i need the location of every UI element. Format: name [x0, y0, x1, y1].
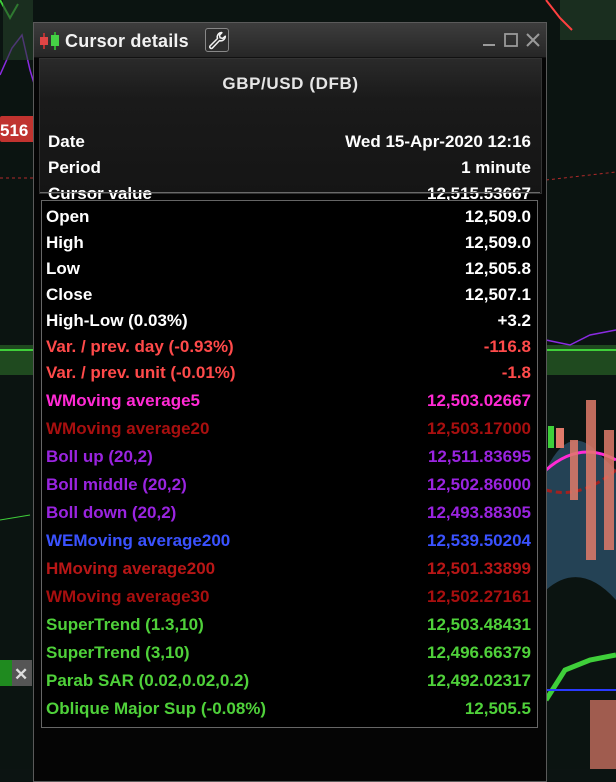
table-row: WMoving average30 12,502.27161	[46, 586, 531, 610]
maximize-button[interactable]	[502, 31, 520, 49]
row-value: -1.8	[501, 363, 531, 382]
header-value: Wed 15-Apr-2020 12:16	[345, 132, 531, 151]
table-row: Close 12,507.1	[46, 284, 531, 308]
table-row: Var. / prev. day (-0.93%) -116.8	[46, 336, 531, 360]
header-label: Date	[48, 132, 85, 151]
row-label: Var. / prev. day (-0.93%)	[46, 337, 234, 356]
title-bar[interactable]: Cursor details	[34, 23, 546, 58]
table-row: SuperTrend (1.3,10) 12,503.48431	[46, 614, 531, 638]
row-value: 12,492.02317	[427, 671, 531, 690]
minimize-icon	[483, 44, 495, 46]
row-value: 12,503.17000	[427, 419, 531, 438]
table-row: SuperTrend (3,10) 12,496.66379	[46, 642, 531, 666]
row-label: SuperTrend (3,10)	[46, 643, 190, 662]
row-label: High-Low (0.03%)	[46, 311, 188, 330]
candlestick-icon	[40, 32, 59, 50]
table-row: Low 12,505.8	[46, 258, 531, 282]
row-value: 12,493.88305	[427, 503, 531, 522]
maximize-icon	[504, 33, 518, 47]
row-value: 12,496.66379	[427, 643, 531, 662]
svg-text:✕: ✕	[14, 665, 28, 684]
close-button[interactable]	[524, 31, 542, 49]
row-label: Var. / prev. unit (-0.01%)	[46, 363, 236, 382]
header-label: Period	[48, 158, 101, 177]
table-row: WEMoving average200 12,539.50204	[46, 530, 531, 554]
table-row: Boll down (20,2) 12,493.88305	[46, 502, 531, 526]
table-row: WMoving average20 12,503.17000	[46, 418, 531, 442]
row-value: 12,502.86000	[427, 475, 531, 494]
row-label: WMoving average20	[46, 419, 210, 438]
row-label: HMoving average200	[46, 559, 216, 578]
row-value: 12,502.27161	[427, 587, 531, 606]
header-row-period: Period 1 minute	[48, 158, 531, 180]
row-label: Close	[46, 285, 93, 304]
row-value: 12,505.8	[464, 259, 531, 278]
row-label: High	[46, 233, 84, 252]
table-row: HMoving average200 12,501.33899	[46, 558, 531, 582]
wrench-icon	[209, 31, 227, 50]
row-value: 12,503.02667	[427, 391, 531, 410]
row-label: Open	[46, 207, 90, 226]
row-label: WEMoving average200	[46, 531, 231, 550]
row-label: WMoving average5	[46, 391, 200, 410]
table-row: Boll up (20,2) 12,511.83695	[46, 446, 531, 470]
row-value: 12,509.0	[464, 233, 531, 252]
row-label: Low	[46, 259, 80, 278]
row-value: 12,509.0	[464, 207, 531, 226]
table-row: Oblique Major Sup (-0.08%) 12,505.5	[46, 698, 531, 722]
row-value: -116.8	[483, 337, 531, 356]
row-value: 12,511.83695	[427, 447, 531, 466]
header-divider	[40, 192, 540, 193]
row-label: SuperTrend (1.3,10)	[46, 615, 204, 634]
table-row: Var. / prev. unit (-0.01%) -1.8	[46, 362, 531, 386]
row-label: Boll up (20,2)	[46, 447, 153, 466]
instrument-name: GBP/USD (DFB)	[222, 74, 359, 93]
row-label: Boll down (20,2)	[46, 503, 177, 522]
table-row: High 12,509.0	[46, 232, 531, 256]
row-value: 12,503.48431	[427, 615, 531, 634]
row-label: WMoving average30	[46, 587, 210, 606]
header-value: 1 minute	[461, 158, 531, 177]
table-row: High-Low (0.03%) +3.2	[46, 310, 531, 334]
row-value: 12,501.33899	[427, 559, 531, 578]
header-row-date: Date Wed 15-Apr-2020 12:16	[48, 132, 531, 154]
row-value: 12,505.5	[464, 699, 531, 718]
cursor-header-panel: GBP/USD (DFB) Date Wed 15-Apr-2020 12:16…	[39, 58, 542, 203]
close-icon	[526, 33, 540, 47]
table-row: Parab SAR (0.02,0.02,0.2) 12,492.02317	[46, 670, 531, 694]
minimize-button[interactable]	[480, 31, 498, 49]
row-label: Parab SAR (0.02,0.02,0.2)	[46, 671, 250, 690]
row-value: 12,507.1	[464, 285, 531, 304]
row-label: Boll middle (20,2)	[46, 475, 187, 494]
table-row: Open 12,509.0	[46, 206, 531, 230]
window-title: Cursor details	[65, 31, 189, 51]
price-tag: 516	[0, 121, 28, 140]
table-row: WMoving average5 12,503.02667	[46, 390, 531, 414]
settings-button[interactable]	[205, 28, 229, 52]
values-table: Open 12,509.0 High 12,509.0 Low 12,505.8 Cl…	[41, 200, 538, 728]
row-label: Oblique Major Sup (-0.08%)	[46, 699, 267, 718]
row-value: +3.2	[497, 311, 531, 330]
row-value: 12,539.50204	[427, 531, 531, 550]
cursor-details-window[interactable]: Cursor details GBP/USD (DFB) Date Wed 15…	[33, 22, 547, 782]
table-row: Boll middle (20,2) 12,502.86000	[46, 474, 531, 498]
